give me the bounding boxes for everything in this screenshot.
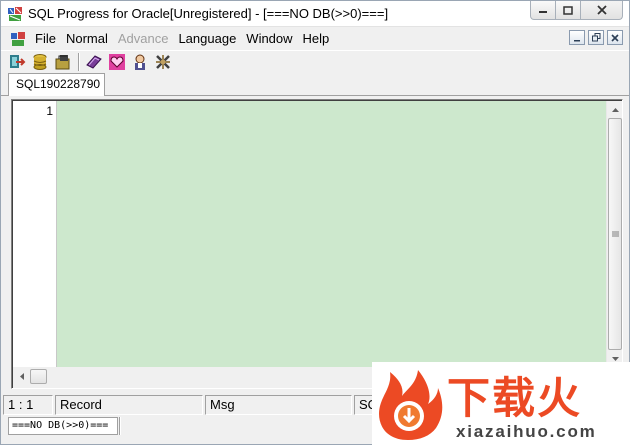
sql-editor: 1 (11, 99, 623, 389)
toolbar-separator (78, 52, 80, 71)
favorite-button[interactable] (107, 52, 127, 72)
maximize-button[interactable] (555, 1, 581, 20)
close-icon (611, 33, 619, 42)
book-button[interactable] (84, 52, 104, 72)
record-status: Record (55, 395, 203, 415)
toolbar (1, 50, 629, 72)
horizontal-scroll-thumb[interactable] (30, 369, 47, 384)
tools-button[interactable] (153, 52, 173, 72)
connection-status[interactable]: ===NO DB(>>0)=== (8, 417, 118, 435)
document-tab-strip: SQL190228790 (1, 72, 629, 96)
arrow-up-icon (611, 107, 619, 112)
cursor-position: 1 : 1 (3, 395, 53, 415)
scroll-left-button[interactable] (13, 368, 30, 385)
window-title: SQL Progress for Oracle[Unregistered] - … (28, 6, 389, 21)
message-status: Msg (205, 395, 352, 415)
menu-advance[interactable]: Advance (113, 28, 174, 49)
watermark-domain: xiazaihuo.com (456, 422, 597, 441)
open-icon (55, 54, 70, 69)
caption-buttons (530, 1, 623, 21)
menu-help[interactable]: Help (298, 28, 335, 49)
book-icon (86, 54, 102, 69)
watermark-logo: 下载火 xiazaihuo.com (372, 362, 630, 445)
restore-icon (591, 33, 600, 42)
database-button[interactable] (30, 52, 50, 72)
scroll-up-button[interactable] (607, 101, 623, 118)
menu-window[interactable]: Window (241, 28, 297, 49)
tools-icon (156, 54, 170, 69)
tab-sql190228790[interactable]: SQL190228790 (8, 73, 105, 96)
menu-bar: File Normal Advance Language Window Help (1, 28, 629, 49)
mdi-restore-button[interactable] (588, 30, 604, 45)
menu-language[interactable]: Language (173, 28, 241, 49)
maximize-icon (563, 5, 573, 15)
vertical-scrollbar[interactable] (606, 101, 622, 367)
connect-button[interactable] (7, 52, 27, 72)
mdi-close-button[interactable] (607, 30, 623, 45)
vertical-scroll-thumb[interactable] (608, 118, 622, 350)
user-button[interactable] (130, 52, 150, 72)
document-system-icon[interactable] (10, 31, 26, 47)
grip-icon (611, 231, 619, 237)
mdi-minimize-button[interactable] (569, 30, 585, 45)
minimize-icon (574, 39, 580, 41)
watermark-brand: 下载火 (447, 374, 582, 424)
menu-normal[interactable]: Normal (61, 28, 113, 49)
open-button[interactable] (53, 52, 73, 72)
line-number-gutter: 1 (13, 101, 57, 367)
menu-file[interactable]: File (30, 28, 61, 49)
connection-separator (119, 417, 121, 435)
user-icon (135, 54, 145, 70)
heart-icon (109, 53, 125, 70)
arrow-left-icon (19, 373, 24, 380)
close-button[interactable] (580, 1, 623, 20)
arrow-down-icon (611, 356, 619, 361)
close-icon (596, 5, 607, 15)
database-icon (33, 53, 47, 70)
title-bar[interactable]: SQL Progress for Oracle[Unregistered] - … (1, 1, 629, 27)
minimize-icon (539, 11, 547, 13)
code-input-area[interactable] (57, 101, 606, 367)
minimize-button[interactable] (530, 1, 556, 20)
line-number: 1 (46, 104, 53, 118)
flame-logo-icon (379, 370, 443, 440)
connect-icon (10, 54, 26, 68)
mdi-caption-buttons (569, 30, 623, 45)
app-icon (8, 7, 22, 21)
